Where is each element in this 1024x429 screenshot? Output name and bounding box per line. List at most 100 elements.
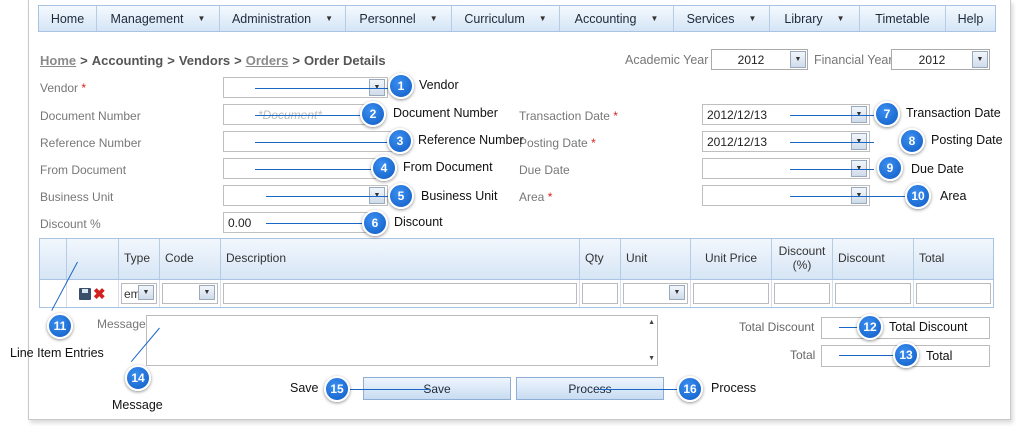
breadcrumb-home[interactable]: Home [40,53,76,68]
breadcrumb-vendors: Vendors [178,53,231,68]
callout-line-4 [255,169,371,170]
callout-badge-14: 14 [125,365,151,391]
description-input[interactable] [223,283,577,304]
academic-year-label: Academic Year [625,53,709,67]
academic-year-select[interactable]: 2012 ▼ [711,49,808,70]
grid-cell-discount-pct[interactable] [772,280,833,307]
menu-library-label: Library [784,11,823,26]
menu-management[interactable]: Management ▼ [97,6,220,31]
menu-services-label: Services [686,11,735,26]
scroll-down-icon[interactable]: ▼ [648,355,655,362]
financial-year-label: Financial Year [814,53,893,67]
menu-timetable[interactable]: Timetable [860,6,946,31]
code-select[interactable]: ▼ [162,283,218,304]
grid-header-total[interactable]: Total [914,239,993,279]
menu-services[interactable]: Services ▼ [674,6,770,31]
callout-text-8: Posting Date [931,133,1003,147]
callout-badge-7: 7 [874,101,900,127]
grid-cell-discount[interactable] [833,280,914,307]
grid-header-unit-price[interactable]: Unit Price [691,239,772,279]
menu-personnel[interactable]: Personnel ▼ [346,6,452,31]
posting-date-value: 2012/12/13 [707,134,768,149]
financial-year-value: 2012 [918,52,946,67]
grid-col-actions [67,239,119,279]
unit-select[interactable]: ▼ [623,283,688,304]
grid-header-discount[interactable]: Discount [833,239,914,279]
due-date-label: Due Date [519,163,570,177]
grid-cell-type[interactable]: em ▼ [119,280,160,307]
grid-header-code[interactable]: Code [160,239,221,279]
callout-badge-5: 5 [388,183,414,209]
qty-input[interactable] [582,283,618,304]
discount-label: Discount % [40,217,101,231]
callout-line-6 [266,223,373,224]
callout-badge-3: 3 [387,128,413,154]
grid-header-discount-pct[interactable]: Discount (%) [772,239,833,279]
delete-icon[interactable]: ✖ [93,285,106,303]
menu-curriculum[interactable]: Curriculum ▼ [452,6,560,31]
callout-text-16: Process [711,381,757,395]
document-number-label: Document Number [40,109,141,123]
grid-cell-description[interactable] [221,280,580,307]
scroll-up-icon[interactable]: ▲ [648,319,655,326]
grid-cell-unit[interactable]: ▼ [621,280,691,307]
grid-cell-code[interactable]: ▼ [160,280,221,307]
menu-library[interactable]: Library ▼ [770,6,860,31]
chevron-down-icon[interactable]: ▼ [199,285,215,300]
type-select[interactable]: em ▼ [121,283,157,304]
callout-text-15: Save [290,381,319,395]
menu-accounting[interactable]: Accounting ▼ [560,6,674,31]
callout-line-10 [790,196,905,197]
callout-text-4: From Document [403,160,493,174]
chevron-down-icon[interactable]: ▼ [669,285,685,300]
grid-header-type[interactable]: Type [119,239,160,279]
callout-text-6: Discount [394,215,443,229]
menu-curriculum-label: Curriculum [464,11,525,26]
grid-cell-unit-price[interactable] [691,280,772,307]
grid-cell-blank [40,280,67,307]
callout-line-9 [790,169,874,170]
discount-input[interactable] [835,283,911,304]
grid-cell-qty[interactable] [580,280,621,307]
grid-cell-total[interactable] [914,280,993,307]
menu-home[interactable]: Home [39,6,97,31]
menu-help-label: Help [957,11,984,26]
menu-home-label: Home [50,11,85,26]
chevron-down-icon: ▼ [325,14,334,23]
menu-administration-label: Administration [231,11,312,26]
message-textarea[interactable]: ▲ ▼ [146,315,658,366]
callout-text-12: Total Discount [889,320,968,334]
chevron-down-icon[interactable]: ▼ [972,51,988,68]
save-icon[interactable] [79,288,91,300]
callout-line-7 [790,115,874,116]
business-unit-label: Business Unit [40,190,114,204]
vendor-label: Vendor * [40,81,87,95]
reference-number-label: Reference Number [40,136,142,150]
callout-badge-4: 4 [371,155,397,181]
grid-header-qty[interactable]: Qty [580,239,621,279]
chevron-down-icon[interactable]: ▼ [138,285,154,300]
menu-help[interactable]: Help [946,6,995,31]
line-total-input[interactable] [916,283,991,304]
financial-year-select[interactable]: 2012 ▼ [891,49,990,70]
grid-header-unit[interactable]: Unit [621,239,691,279]
message-label: Message [97,317,146,331]
chevron-down-icon: ▼ [836,14,845,23]
menu-administration[interactable]: Administration ▼ [220,6,346,31]
chevron-down-icon: ▼ [538,14,547,23]
callout-text-14: Message [112,398,163,412]
unit-price-input[interactable] [693,283,769,304]
grid-header-description[interactable]: Description [221,239,580,279]
discount-value: 0.00 [228,215,252,230]
callout-line-12 [839,327,859,328]
breadcrumb: Home > Accounting > Vendors > Orders > Order Det… [40,53,386,68]
callout-text-5: Business Unit [421,189,498,203]
line-items-grid-header: Type Code Description Qty Unit Unit Pric… [39,238,994,280]
callout-line-2 [255,115,373,116]
discount-pct-input[interactable] [774,283,830,304]
chevron-down-icon: ▼ [748,14,757,23]
chevron-down-icon[interactable]: ▼ [790,51,806,68]
breadcrumb-orders[interactable]: Orders [246,53,289,68]
menu-accounting-label: Accounting [574,11,637,26]
callout-line-1 [255,88,388,89]
